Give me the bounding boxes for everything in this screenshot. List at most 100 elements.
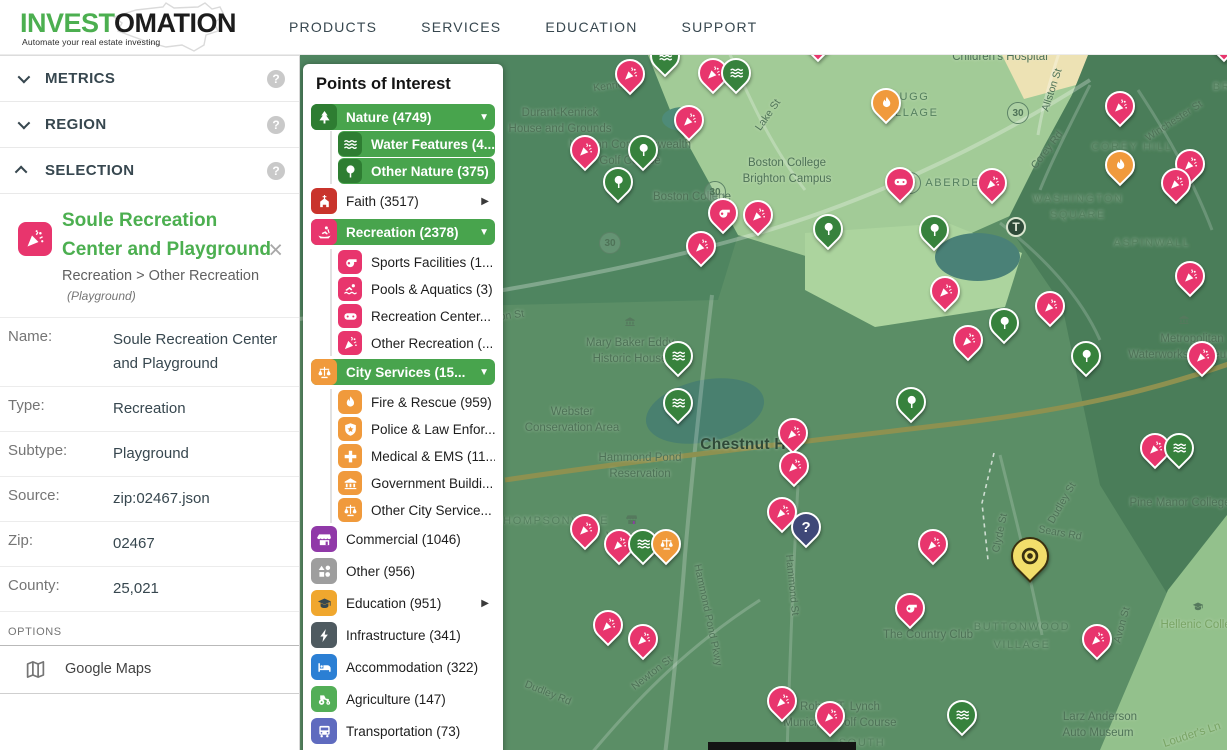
- map-marker-party[interactable]: [779, 451, 809, 481]
- bed-icon: [311, 654, 337, 680]
- points-of-interest-panel: Points of Interest Nature (4749) ▼ Water…: [303, 64, 503, 750]
- map-canvas[interactable]: Kenrick StDurant-KenrickHouse and Ground…: [300, 55, 1227, 750]
- poi-subcategory-police[interactable]: Police & Law Enfor...: [338, 416, 495, 442]
- poi-category-education[interactable]: Education (951) ▶: [311, 590, 495, 616]
- map-marker-party[interactable]: [593, 610, 623, 640]
- map-marker-party[interactable]: [615, 59, 645, 89]
- map-marker-waves[interactable]: [650, 55, 680, 71]
- map-marker-party[interactable]: [803, 55, 833, 56]
- map-marker-party[interactable]: [815, 701, 845, 731]
- map-marker-flame[interactable]: [1105, 150, 1135, 180]
- selection-subtype-note: (Playground): [67, 289, 273, 303]
- nav-services[interactable]: SERVICES: [421, 19, 501, 35]
- map-marker-party[interactable]: [953, 325, 983, 355]
- map-marker-party[interactable]: [1161, 168, 1191, 198]
- help-icon[interactable]: ?: [267, 70, 285, 88]
- map-marker-party[interactable]: [570, 135, 600, 165]
- map-marker-party[interactable]: [778, 418, 808, 448]
- map-marker-waves[interactable]: [1164, 433, 1194, 463]
- map-marker-party[interactable]: [674, 105, 704, 135]
- poi-subcategory-medical-ems[interactable]: Medical & EMS (11...: [338, 443, 495, 469]
- nav-education[interactable]: EDUCATION: [545, 19, 637, 35]
- poi-category-transportation[interactable]: Transportation (73): [311, 718, 495, 744]
- logo[interactable]: INVESTOMATION Automate your real estate …: [20, 0, 265, 55]
- chevron-collapsed-icon[interactable]: ▶: [481, 196, 489, 207]
- poi-subcategory-water-features[interactable]: Water Features (4...: [338, 131, 495, 157]
- poi-subcategory-other-recreation[interactable]: Other Recreation (...: [338, 330, 495, 356]
- poi-category-commercial[interactable]: Commercial (1046): [311, 526, 495, 552]
- poi-subcategory-government-buildings[interactable]: Government Buildi...: [338, 470, 495, 496]
- selection-card: Soule Recreation Center and Playground R…: [0, 194, 299, 309]
- help-icon[interactable]: ?: [267, 162, 285, 180]
- chevron-collapsed-icon[interactable]: ▶: [481, 598, 489, 609]
- map-marker-party[interactable]: [1035, 291, 1065, 321]
- poi-category-recreation[interactable]: Recreation (2378) ▼: [311, 219, 495, 245]
- poi-subcategory-other-nature[interactable]: Other Nature (375): [338, 158, 495, 184]
- map-marker-party[interactable]: [1105, 91, 1135, 121]
- field-type: Type: Recreation: [0, 387, 299, 432]
- nav-products[interactable]: PRODUCTS: [289, 19, 377, 35]
- poi-subcategory-other-city-services[interactable]: Other City Service...: [338, 497, 495, 523]
- map-marker-tree[interactable]: [813, 214, 843, 244]
- poi-subcategory-sports-facilities[interactable]: Sports Facilities (1...: [338, 249, 495, 275]
- map-marker-whistle[interactable]: [708, 198, 738, 228]
- poi-subcategory-recreation-centers[interactable]: Recreation Center...: [338, 303, 495, 329]
- map-marker-flame[interactable]: [871, 88, 901, 118]
- map-marker-party[interactable]: [743, 200, 773, 230]
- map-marker-question[interactable]: ?: [791, 512, 821, 542]
- map-marker-tree[interactable]: [628, 135, 658, 165]
- nav-support[interactable]: SUPPORT: [682, 19, 758, 35]
- map-marker-party[interactable]: [977, 168, 1007, 198]
- map-marker-party[interactable]: [1082, 624, 1112, 654]
- whistle-icon: [338, 250, 362, 274]
- map-marker-waves[interactable]: [721, 58, 751, 88]
- chevron-expanded-icon[interactable]: ▼: [479, 367, 489, 378]
- chevron-expanded-icon[interactable]: ▼: [479, 112, 489, 123]
- investomation-app: INVESTOMATION Automate your real estate …: [0, 0, 1227, 750]
- map-marker-controller[interactable]: [885, 167, 915, 197]
- map-marker-tree[interactable]: [1071, 341, 1101, 371]
- map-marker-tree[interactable]: [919, 215, 949, 245]
- poi-category-agriculture[interactable]: Agriculture (147): [311, 686, 495, 712]
- poi-category-city-services[interactable]: City Services (15... ▼: [311, 359, 495, 385]
- poi-subcategory-pools-aquatics[interactable]: Pools & Aquatics (3): [338, 276, 495, 302]
- bottom-overlay: [708, 742, 856, 750]
- poi-category-nature[interactable]: Nature (4749) ▼: [311, 104, 495, 130]
- map-marker-waves[interactable]: [663, 341, 693, 371]
- map-marker-party[interactable]: [1209, 55, 1227, 56]
- map-marker-party[interactable]: [767, 686, 797, 716]
- map-marker-party[interactable]: [1175, 261, 1205, 291]
- poi-subcategory-fire-rescue[interactable]: Fire & Rescue (959): [338, 389, 495, 415]
- map-marker-party[interactable]: [1187, 341, 1217, 371]
- field-name: Name: Soule Recreation Center and Playgr…: [0, 318, 299, 387]
- map-marker-tree[interactable]: [989, 308, 1019, 338]
- lightning-bolt-icon: [311, 622, 337, 648]
- chevron-expanded-icon[interactable]: ▼: [479, 227, 489, 238]
- close-icon[interactable]: ×: [268, 238, 283, 263]
- city-services-children: Fire & Rescue (959) Police & Law Enfor..…: [330, 389, 495, 523]
- map-marker-party[interactable]: [628, 624, 658, 654]
- map-marker-whistle[interactable]: [895, 593, 925, 623]
- poi-category-accommodation[interactable]: Accommodation (322): [311, 654, 495, 680]
- map-marker-tree[interactable]: [603, 167, 633, 197]
- section-selection[interactable]: SELECTION ?: [0, 148, 299, 194]
- map-marker-party[interactable]: [570, 514, 600, 544]
- selection-fields: Name: Soule Recreation Center and Playgr…: [0, 317, 299, 612]
- map-marker-selected[interactable]: [1011, 537, 1049, 575]
- poi-category-other[interactable]: Other (956): [311, 558, 495, 584]
- help-icon[interactable]: ?: [267, 116, 285, 134]
- poi-category-infrastructure[interactable]: Infrastructure (341): [311, 622, 495, 648]
- map-marker-tree[interactable]: [896, 387, 926, 417]
- poi-category-faith[interactable]: Faith (3517) ▶: [311, 188, 495, 214]
- map-marker-party[interactable]: [930, 276, 960, 306]
- map-marker-waves[interactable]: [663, 388, 693, 418]
- map-marker-scales[interactable]: [651, 529, 681, 559]
- section-region[interactable]: REGION ?: [0, 102, 299, 148]
- map-marker-party[interactable]: [918, 529, 948, 559]
- section-metrics[interactable]: METRICS ?: [0, 56, 299, 102]
- google-maps-option[interactable]: Google Maps: [0, 646, 299, 694]
- scales-icon: [338, 498, 362, 522]
- kayaker-icon: [311, 219, 337, 245]
- map-marker-party[interactable]: [686, 231, 716, 261]
- map-marker-waves[interactable]: [947, 700, 977, 730]
